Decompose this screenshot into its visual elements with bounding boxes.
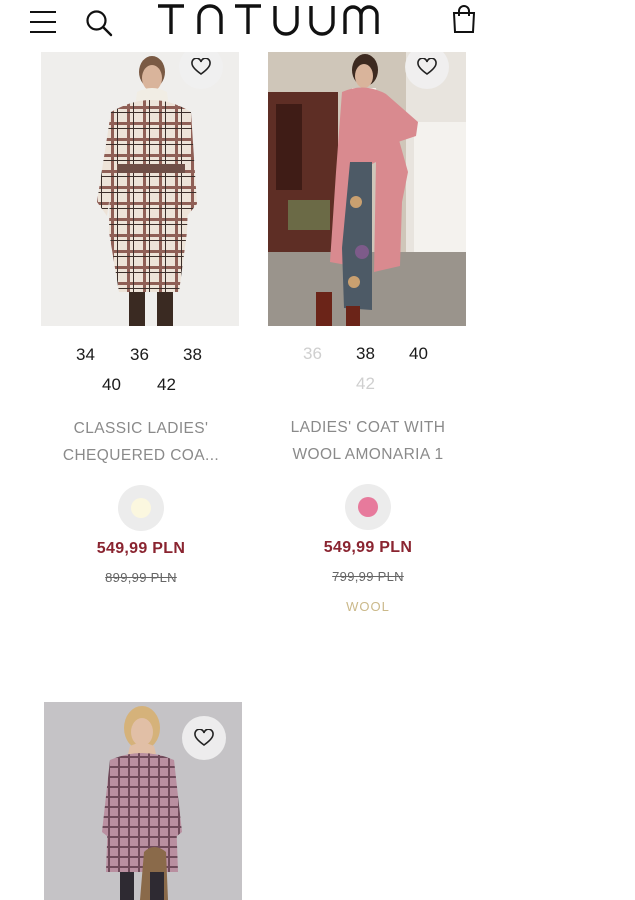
product-name-line: CHEQUERED COA... [62,447,220,464]
wishlist-button[interactable] [182,716,226,760]
color-swatch[interactable] [118,485,164,531]
size-option[interactable]: 40 [102,375,121,395]
heart-icon [417,58,437,75]
size-option[interactable]: 38 [183,345,202,365]
sale-price: 549,99 PLN [96,540,186,557]
heart-icon [191,58,211,75]
size-option[interactable]: 40 [409,344,428,364]
size-option[interactable]: 38 [356,344,375,364]
product-name-line: LADIES' COAT WITH [290,419,446,436]
product-image[interactable] [41,52,239,326]
original-price: 899,99 PLN [105,570,177,585]
shopping-bag-icon[interactable] [451,4,477,34]
brand-logo[interactable] [155,0,387,40]
heart-icon [194,729,214,746]
material-tag: WOOL [346,599,390,614]
product-name[interactable]: CLASSIC LADIES' CHEQUERED COA... [31,415,251,469]
sale-price: 549,99 PLN [323,539,413,556]
product-name-line: WOOL AMONARIA 1 [292,446,444,463]
swatch-color [358,497,378,517]
product-image[interactable] [268,52,466,326]
size-option-unavailable: 36 [303,344,322,363]
original-price: 799,99 PLN [332,569,404,584]
product-name[interactable]: LADIES' COAT WITH WOOL AMONARIA 1 [258,414,478,468]
product-image[interactable] [44,702,242,900]
search-icon[interactable] [84,8,114,38]
product-name-line: CLASSIC LADIES' [73,420,209,437]
size-option[interactable]: 36 [130,345,149,365]
size-option[interactable]: 34 [76,345,95,365]
size-option[interactable]: 42 [157,375,176,395]
size-option-unavailable: 42 [356,374,375,393]
menu-icon[interactable] [30,10,56,34]
swatch-color [131,498,151,518]
color-swatch[interactable] [345,484,391,530]
